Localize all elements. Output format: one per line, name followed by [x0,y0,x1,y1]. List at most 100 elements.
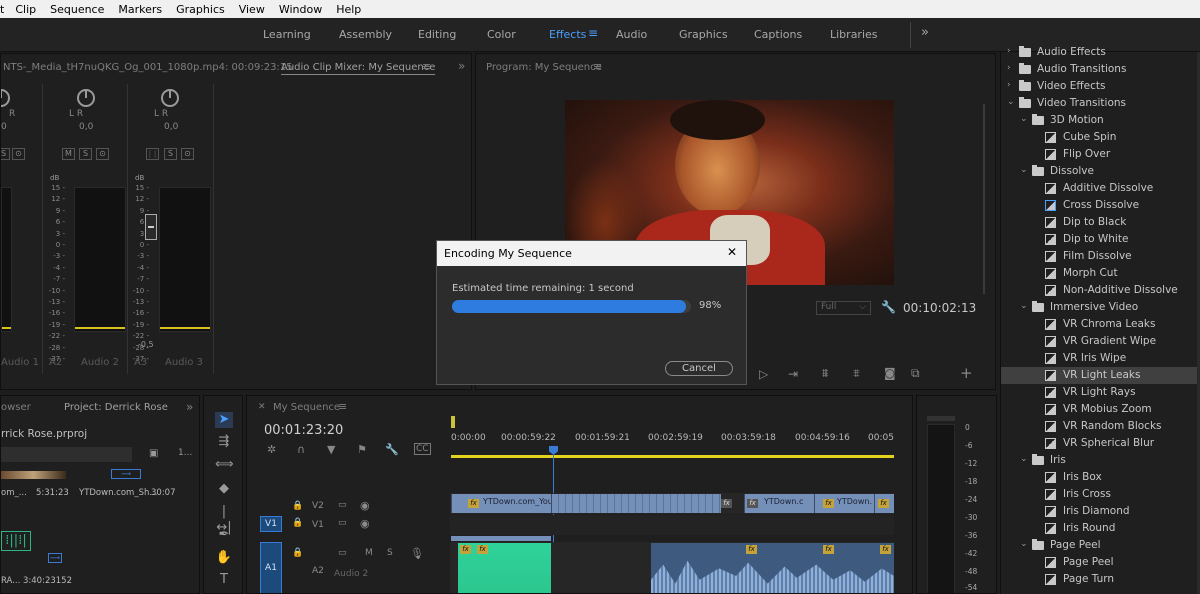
effect-item-morph-cut[interactable]: Morph Cut [1001,265,1200,282]
panel-overflow-icon[interactable]: » [186,400,193,414]
selection-tool-icon[interactable]: ➤ [215,412,233,428]
effect-item-page-peel[interactable]: Page Peel [1001,554,1200,571]
chevron-right-icon[interactable]: › [1007,46,1011,56]
add-button-icon[interactable]: + [960,364,973,382]
chevron-right-icon[interactable]: › [1007,80,1011,90]
effect-item-flip-over[interactable]: Flip Over [1001,146,1200,163]
effects-folder-immersive-video[interactable]: ⌄ Immersive Video [1001,299,1200,316]
volume-fader[interactable] [145,214,157,240]
fit-select[interactable]: Full ⌵ [816,301,871,315]
effect-item-iris-round[interactable]: Iris Round [1001,520,1200,537]
marker-icon[interactable]: ▼ [327,443,335,456]
wrench-icon[interactable]: 🔧 [385,443,399,456]
sync-lock-icon[interactable]: ▭ [338,500,347,510]
compare-icon[interactable]: ⧉ [911,366,920,381]
video-clip[interactable]: fx YTDown. [814,494,874,513]
chevron-down-icon[interactable]: ⌄ [1020,301,1028,311]
razor-tool-icon[interactable]: ◆ [215,481,233,497]
effect-item-vr-spherical-blur[interactable]: VR Spherical Blur [1001,435,1200,452]
mute-button[interactable]: | | [146,148,159,160]
panel-overflow-icon[interactable]: » [458,59,465,73]
sync-lock-icon[interactable]: ▭ [338,548,347,558]
tab-audio-clip-mixer[interactable]: Audio Clip Mixer: My Sequence [281,62,436,75]
effect-item-iris-box[interactable]: Iris Box [1001,469,1200,486]
menu-item-window[interactable]: Window [272,3,329,16]
effects-folder-audio-effects[interactable]: › Audio Effects [1001,44,1200,61]
menu-item-graphics[interactable]: Graphics [169,3,232,16]
search-input[interactable] [1,447,132,462]
effect-item-non-additive-dissolve[interactable]: Non-Additive Dissolve [1001,282,1200,299]
solo-track-button[interactable]: S [387,548,393,558]
linked-selection-icon[interactable]: ∩ [297,443,305,456]
program-monitor-title[interactable]: Program: My Sequence [486,62,602,73]
source-patch-a1[interactable]: A1 [260,542,282,593]
pan-knob[interactable] [161,89,179,107]
solo-button[interactable]: S [164,148,177,160]
effect-item-dip-to-white[interactable]: Dip to White [1001,231,1200,248]
track-lane-v1[interactable] [450,515,894,535]
workspace-tab-effects[interactable]: Effects [549,28,586,41]
video-clip-v1[interactable] [451,536,551,541]
type-tool-icon[interactable]: T [215,572,233,588]
media-item-name[interactable]: om_... [1,488,27,498]
lift-icon[interactable]: ⩩ [822,366,828,381]
workspace-tab-editing[interactable]: Editing [418,28,456,41]
audio-waveform-thumbnail[interactable]: ⁞||⁞| [1,531,31,551]
close-tab-icon[interactable]: ✕ [258,402,266,412]
audio-clip-waveform[interactable]: fx fx fx [651,543,894,593]
program-timecode[interactable]: 00:10:02:13 [903,301,976,315]
media-thumbnail[interactable] [1,471,66,479]
workspace-tab-captions[interactable]: Captions [754,28,802,41]
chevron-down-icon[interactable]: ⌄ [1020,114,1028,124]
tab-sequence[interactable]: My Sequence [273,402,340,413]
video-clip[interactable]: fx YTDown.c [744,494,814,513]
play-icon[interactable]: ▷ [759,367,768,381]
menu-item-view[interactable]: View [232,3,272,16]
menu-item-markers[interactable]: Markers [111,3,169,16]
slip-tool-icon[interactable]: |↔| [215,504,233,535]
track-lock-icon[interactable]: 🔒 [292,548,303,558]
effects-folder-audio-transitions[interactable]: › Audio Transitions [1001,61,1200,78]
wrench-icon[interactable]: 🔧 [881,300,896,314]
workspace-overflow-icon[interactable]: » [921,25,929,40]
pan-knob[interactable] [1,89,10,107]
effects-folder-page-peel[interactable]: ⌄ Page Peel [1001,537,1200,554]
menu-item-sequence[interactable]: Sequence [43,3,111,16]
effect-item-vr-chroma-leaks[interactable]: VR Chroma Leaks [1001,316,1200,333]
effect-item-film-dissolve[interactable]: Film Dissolve [1001,248,1200,265]
audio-clip[interactable]: fx fx [458,543,551,593]
playhead-handle[interactable] [549,446,558,455]
add-marker-icon[interactable]: ⚑ [357,443,367,456]
track-lock-icon[interactable]: 🔒 [292,518,303,528]
effect-item-vr-light-rays[interactable]: VR Light Rays [1001,384,1200,401]
monitor-scrollbar[interactable] [983,104,985,294]
eye-icon[interactable]: ◉ [360,499,370,512]
menu-item-help[interactable]: Help [329,3,368,16]
chevron-down-icon[interactable]: ⌄ [1020,454,1028,464]
new-bin-icon[interactable]: ▣ [149,448,158,459]
effect-item-vr-random-blocks[interactable]: VR Random Blocks [1001,418,1200,435]
close-icon[interactable]: ✕ [727,245,737,259]
tab-media-browser[interactable]: owser [1,402,31,413]
video-clip[interactable]: fx YTDown.com_You [451,494,553,513]
mute-button[interactable]: S [1,148,10,160]
hand-tool-icon[interactable]: ✋ [215,550,233,566]
work-area-start[interactable] [451,416,455,428]
workspace-tab-audio[interactable]: Audio [616,28,647,41]
chevron-down-icon[interactable]: ⌄ [1007,97,1015,107]
captions-icon[interactable]: CC [414,443,431,455]
record-button[interactable]: ⊙ [12,148,25,160]
source-clip-name[interactable]: NTS-_Media_tH7nuQKG_Og_001_1080p.mp4: 00… [3,62,293,73]
record-button[interactable]: ⊙ [181,148,194,160]
effect-item-additive-dissolve[interactable]: Additive Dissolve [1001,180,1200,197]
effect-item-iris-diamond[interactable]: Iris Diamond [1001,503,1200,520]
chevron-right-icon[interactable]: › [1007,63,1011,73]
effect-item-page-turn[interactable]: Page Turn [1001,571,1200,588]
effects-folder-dissolve[interactable]: ⌄ Dissolve [1001,163,1200,180]
export-frame-icon[interactable]: ◙ [884,366,896,380]
effect-item-vr-gradient-wipe[interactable]: VR Gradient Wipe [1001,333,1200,350]
chevron-down-icon[interactable]: ⌄ [1020,165,1028,175]
workspace-menu-icon[interactable]: ≡ [588,26,598,40]
effect-item-vr-light-leaks[interactable]: VR Light Leaks [1001,367,1200,384]
effect-item-vr-mobius-zoom[interactable]: VR Mobius Zoom [1001,401,1200,418]
